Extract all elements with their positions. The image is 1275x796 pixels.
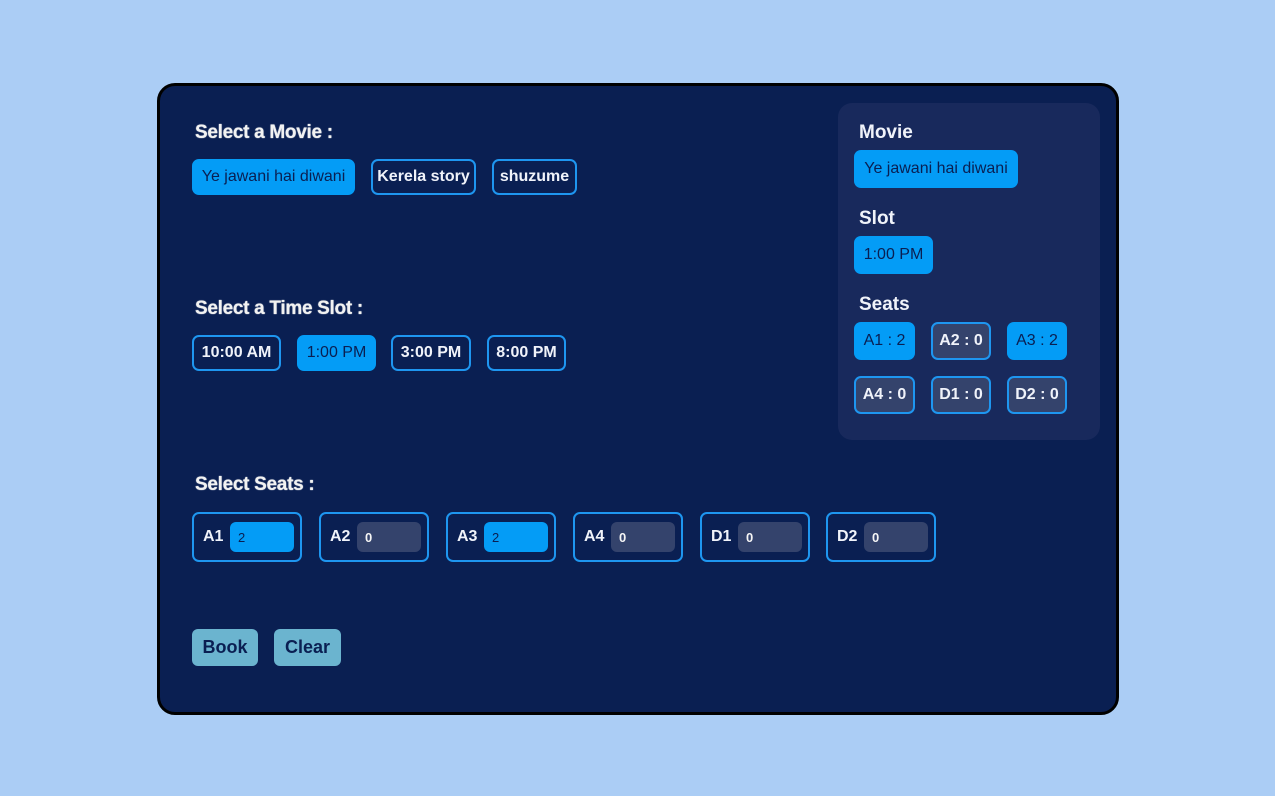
seat-box-d1: D1 xyxy=(700,512,810,562)
movie-option-shuzume[interactable]: shuzume xyxy=(492,159,577,195)
summary-movie-value: Ye jawani hai diwani xyxy=(854,150,1018,188)
seat-label: A1 xyxy=(203,528,224,545)
summary-seats-heading: Seats xyxy=(859,294,910,315)
seat-section-title: Select Seats : xyxy=(195,474,315,495)
booking-card: Select a Movie : Ye jawani hai diwani Ke… xyxy=(157,83,1119,715)
movie-option-ye-jawani-hai-diwani[interactable]: Ye jawani hai diwani xyxy=(192,159,355,195)
slot-section-title: Select a Time Slot : xyxy=(195,298,363,319)
seat-count-input-d1[interactable] xyxy=(738,522,802,552)
seat-count-input-a3[interactable] xyxy=(484,522,548,552)
book-button[interactable]: Book xyxy=(192,629,258,666)
summary-seat-a2: A2 : 0 xyxy=(931,322,991,360)
seat-box-a4: A4 xyxy=(573,512,683,562)
slot-option-8pm[interactable]: 8:00 PM xyxy=(487,335,566,371)
seat-label: D1 xyxy=(711,528,732,545)
summary-seat-a1: A1 : 2 xyxy=(854,322,915,360)
movie-section-title: Select a Movie : xyxy=(195,122,333,143)
seat-count-input-a1[interactable] xyxy=(230,522,294,552)
clear-button[interactable]: Clear xyxy=(274,629,341,666)
booking-summary-panel: Movie Ye jawani hai diwani Slot 1:00 PM … xyxy=(838,103,1100,440)
seat-box-a3: A3 xyxy=(446,512,556,562)
seat-box-a2: A2 xyxy=(319,512,429,562)
seat-label: A4 xyxy=(584,528,605,545)
movie-option-kerela-story[interactable]: Kerela story xyxy=(371,159,476,195)
summary-seat-a4: A4 : 0 xyxy=(854,376,915,414)
slot-option-10am[interactable]: 10:00 AM xyxy=(192,335,281,371)
summary-movie-heading: Movie xyxy=(859,122,913,143)
seat-label: A2 xyxy=(330,528,351,545)
seat-count-input-a2[interactable] xyxy=(357,522,421,552)
summary-seat-a3: A3 : 2 xyxy=(1007,322,1067,360)
summary-slot-heading: Slot xyxy=(859,208,895,229)
seat-box-d2: D2 xyxy=(826,512,936,562)
seat-count-input-a4[interactable] xyxy=(611,522,675,552)
seat-count-input-d2[interactable] xyxy=(864,522,928,552)
slot-option-1pm[interactable]: 1:00 PM xyxy=(297,335,376,371)
seat-label: D2 xyxy=(837,528,858,545)
summary-seat-d2: D2 : 0 xyxy=(1007,376,1067,414)
seat-box-a1: A1 xyxy=(192,512,302,562)
summary-seat-d1: D1 : 0 xyxy=(931,376,991,414)
summary-slot-value: 1:00 PM xyxy=(854,236,933,274)
seat-label: A3 xyxy=(457,528,478,545)
slot-option-3pm[interactable]: 3:00 PM xyxy=(391,335,471,371)
